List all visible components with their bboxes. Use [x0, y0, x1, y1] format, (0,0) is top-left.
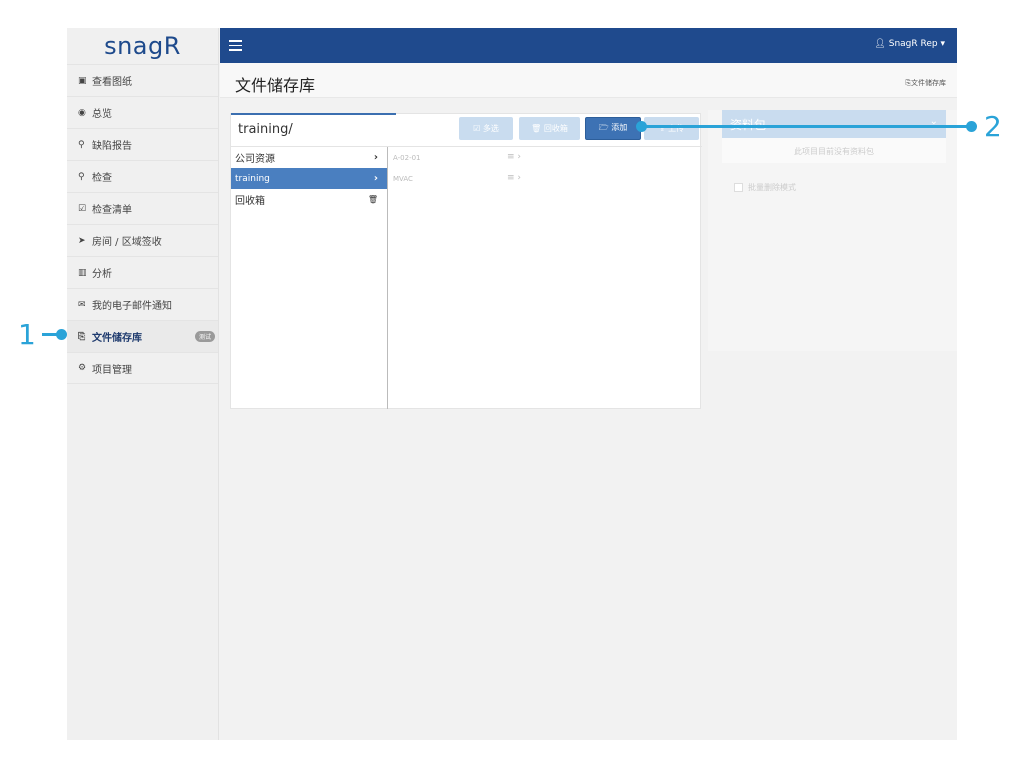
sidebar: snagR ▣ 查看图纸 ◉ 总览 ⚲ 缺陷报告 ⚲ 检查 ☑ 检查清单 ➤ 房…	[67, 28, 219, 740]
user-icon: 👤︎	[874, 39, 889, 49]
map-marker-icon: ⚲	[78, 139, 85, 150]
callout-number-2: 2	[984, 110, 1002, 143]
reorder-chevron-icon[interactable]: ≡ ›	[507, 152, 521, 162]
sidebar-item-file-repository[interactable]: ⎘ 文件储存库 测试	[67, 320, 218, 352]
app-window: snagR ▣ 查看图纸 ◉ 总览 ⚲ 缺陷报告 ⚲ 检查 ☑ 检查清单 ➤ 房…	[67, 28, 957, 740]
file-browser-panel: training/ ☑ 多选 🗑 回收箱 🗁 添加 ⇪ 上传 公司资源 › tr…	[230, 113, 702, 409]
bar-chart-icon: ▥	[78, 267, 87, 278]
copy-icon: ⎘	[78, 331, 86, 342]
beta-badge: 测试	[194, 331, 215, 342]
callout-line-2	[641, 125, 971, 128]
current-path: training/	[238, 122, 293, 137]
subfolder-column: A-02-01 ≡ › MVAC ≡ ›	[389, 147, 539, 189]
location-arrow-icon: ➤	[78, 235, 86, 246]
folder-row-recycle-bin[interactable]: 回收箱 🗑	[231, 189, 387, 210]
folder-row-training[interactable]: training ›	[231, 168, 387, 189]
top-navbar: 👤︎ SnagR Rep ▾	[220, 28, 957, 63]
sidebar-item-analysis[interactable]: ▥ 分析	[67, 256, 218, 288]
callout-number-1: 1	[18, 318, 36, 351]
sidebar-item-drawings[interactable]: ▣ 查看图纸	[67, 64, 218, 96]
multi-select-button[interactable]: ☑ 多选	[459, 117, 513, 140]
checklist-icon: ☑	[78, 203, 87, 214]
chevron-right-icon: ›	[373, 152, 378, 163]
sidebar-item-overview[interactable]: ◉ 总览	[67, 96, 218, 128]
envelope-icon: ✉	[78, 299, 86, 310]
folder-column: 公司资源 › training › 回收箱 🗑	[231, 147, 388, 409]
breadcrumb[interactable]: ⎘文件储存库	[905, 78, 946, 88]
logo[interactable]: snagR	[67, 28, 218, 64]
chevron-right-icon: ›	[373, 173, 378, 184]
sidebar-item-room-signoff[interactable]: ➤ 房间 / 区域签收	[67, 224, 218, 256]
checkbox[interactable]	[734, 183, 743, 192]
main-content: 文件储存库 ⎘文件储存库 training/ ☑ 多选 🗑 回收箱 🗁 添加 ⇪…	[220, 63, 957, 740]
bulk-delete-toggle[interactable]: 批量删除模式	[734, 182, 796, 193]
upload-button[interactable]: ⇪ 上传	[644, 117, 699, 140]
folder-row-company-resources[interactable]: 公司资源 ›	[231, 147, 387, 168]
dashboard-icon: ◉	[78, 107, 86, 118]
image-icon: ▣	[78, 75, 87, 86]
hamburger-menu-icon[interactable]	[229, 40, 242, 54]
sidebar-item-defect-report[interactable]: ⚲ 缺陷报告	[67, 128, 218, 160]
reorder-chevron-icon[interactable]: ≡ ›	[507, 173, 521, 183]
list-item[interactable]: A-02-01 ≡ ›	[389, 147, 539, 168]
trash-button[interactable]: 🗑 回收箱	[519, 117, 580, 140]
page-title: 文件储存库	[235, 76, 316, 95]
trash-icon: 🗑	[367, 195, 378, 204]
package-dropdown[interactable]: 资料包 ⌄	[722, 110, 946, 138]
callout-dot-2b	[966, 121, 977, 132]
page-header: 文件储存库 ⎘文件储存库	[220, 63, 957, 98]
add-button[interactable]: 🗁 添加	[585, 117, 641, 140]
package-empty-message: 此项目目前没有资料包	[722, 138, 946, 163]
callout-line-1	[42, 333, 57, 336]
sidebar-item-project-management[interactable]: ⚙ 项目管理	[67, 352, 218, 384]
sidebar-item-inspection[interactable]: ⚲ 检查	[67, 160, 218, 192]
sidebar-item-checklist[interactable]: ☑ 检查清单	[67, 192, 218, 224]
user-menu[interactable]: 👤︎ SnagR Rep ▾	[874, 39, 945, 49]
cogs-icon: ⚙	[78, 363, 87, 373]
sidebar-item-email-notifications[interactable]: ✉ 我的电子邮件通知	[67, 288, 218, 320]
package-panel: 资料包 ⌄ 此项目目前没有资料包 批量删除模式	[708, 110, 957, 351]
callout-dot-1	[56, 329, 67, 340]
list-item[interactable]: MVAC ≡ ›	[389, 168, 539, 189]
search-icon: ⚲	[78, 171, 85, 182]
